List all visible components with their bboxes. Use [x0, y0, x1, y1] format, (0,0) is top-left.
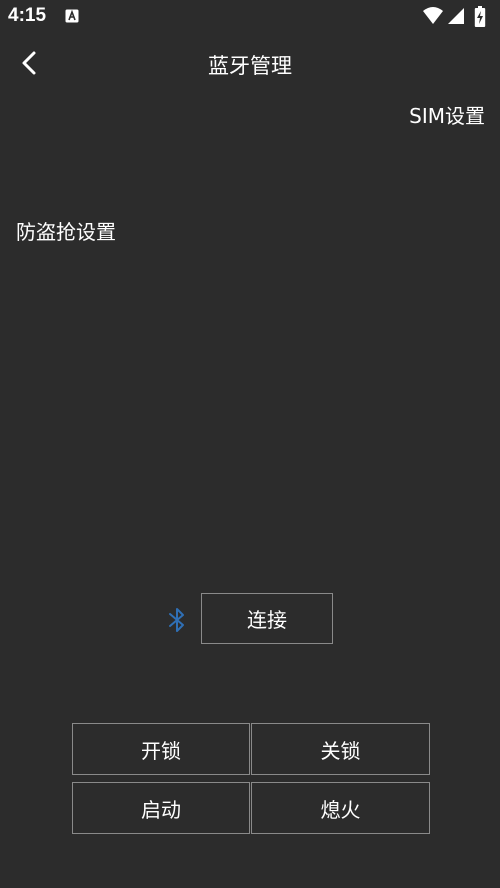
- connect-button[interactable]: 连接: [201, 593, 333, 644]
- bluetooth-icon: [169, 608, 184, 632]
- wifi-icon: [423, 7, 443, 24]
- signal-icon: [448, 8, 464, 24]
- status-icons: [422, 6, 492, 27]
- engine-off-button[interactable]: 熄火: [251, 782, 430, 834]
- battery-charging-icon: [474, 6, 486, 27]
- screen: 4:15 蓝牙管理 SIM设置 防盗抢设置 连接 开锁 关锁 启动 熄火: [0, 0, 500, 888]
- antitheft-settings-link[interactable]: 防盗抢设置: [16, 216, 116, 245]
- app-a-icon: [65, 9, 79, 23]
- page-title: 蓝牙管理: [208, 54, 292, 78]
- start-button[interactable]: 启动: [72, 782, 250, 834]
- status-bar: 4:15: [0, 0, 500, 34]
- lock-button[interactable]: 关锁: [251, 723, 430, 775]
- unlock-button[interactable]: 开锁: [72, 723, 250, 775]
- sim-settings-link[interactable]: SIM设置: [409, 100, 485, 129]
- status-time: 4:15: [8, 5, 47, 26]
